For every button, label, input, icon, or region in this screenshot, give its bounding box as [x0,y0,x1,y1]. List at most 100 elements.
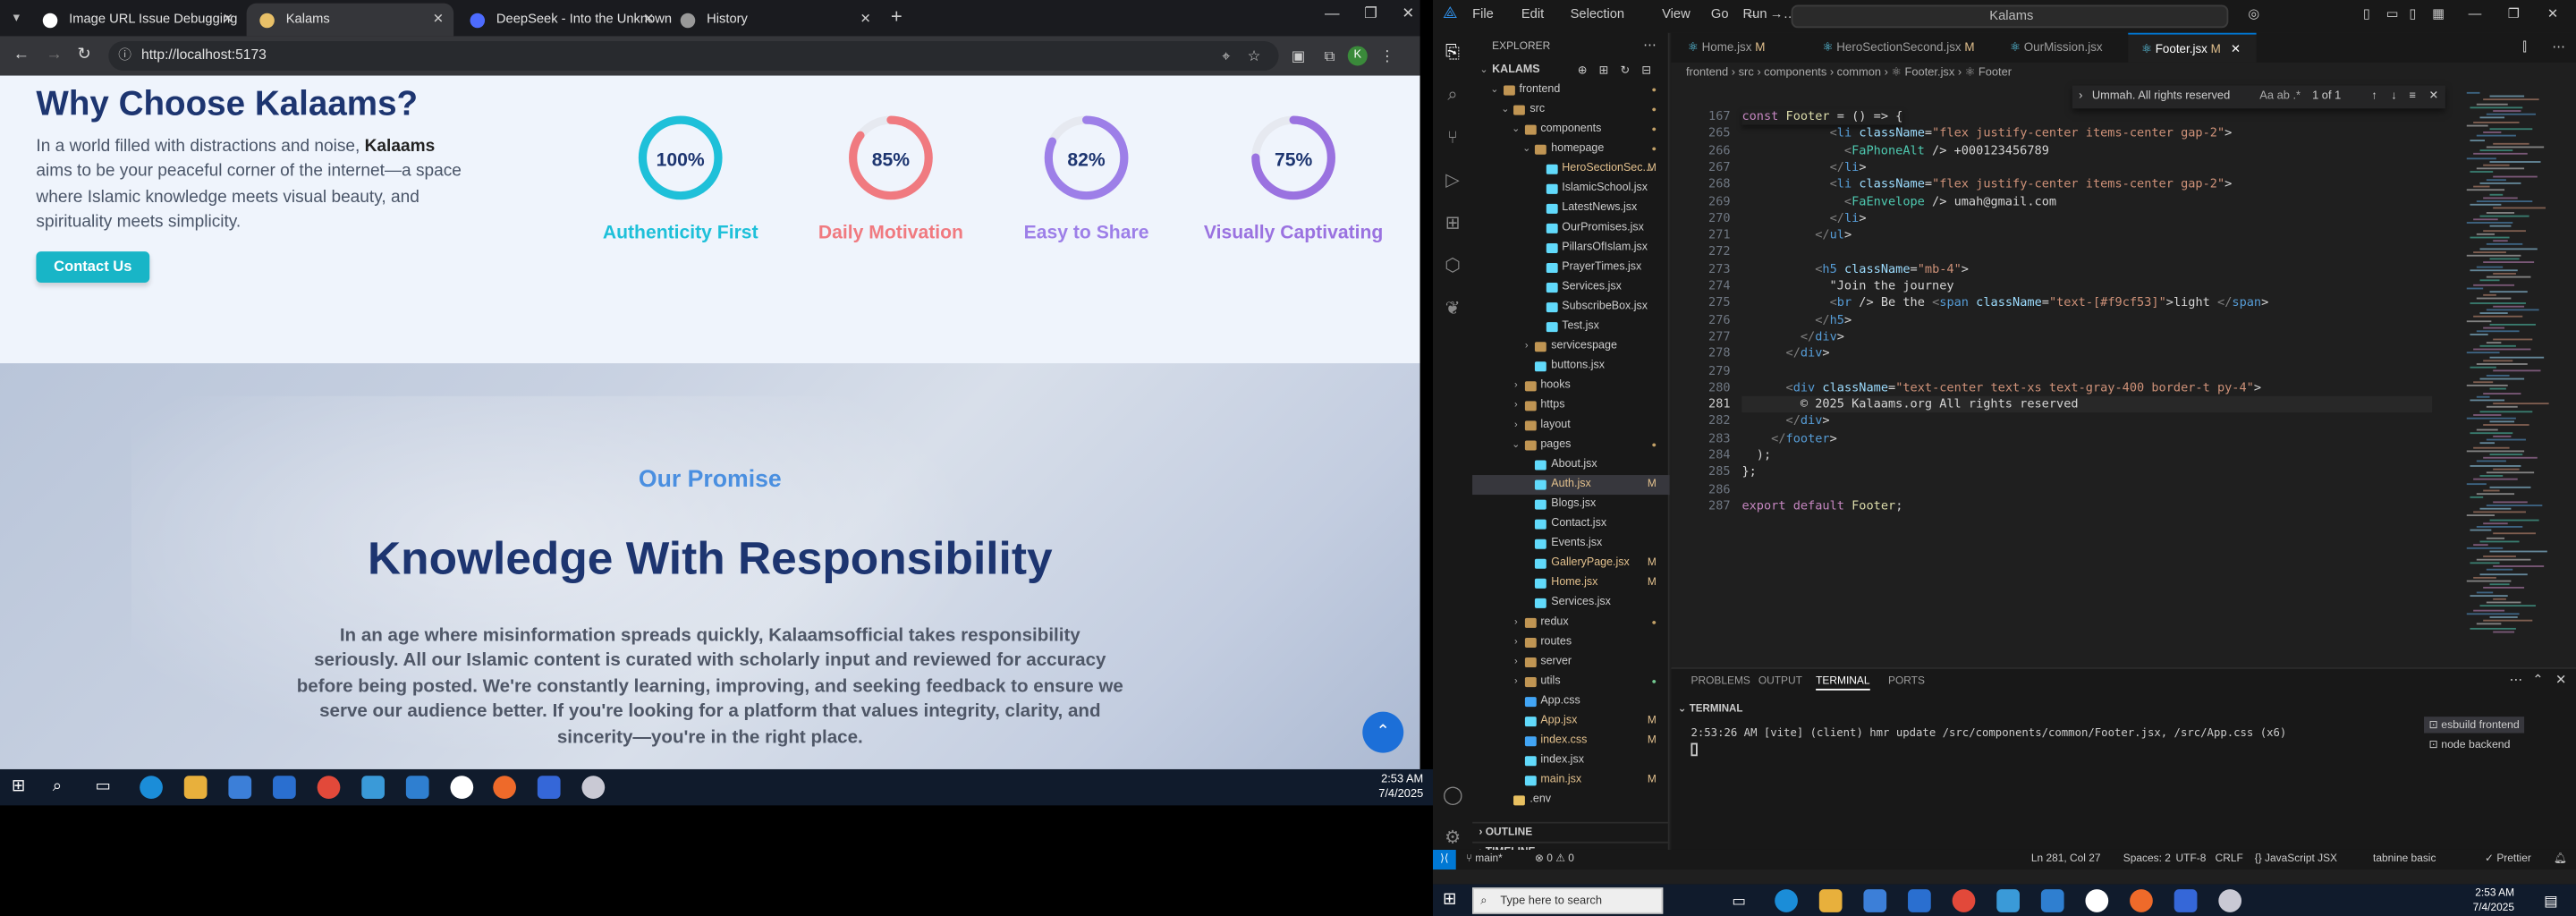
layout-sidebar-icon[interactable]: ▯ [2363,6,2370,21]
close-window-icon[interactable]: ✕ [1402,5,1414,23]
tree-item-ourpromises-jsx[interactable]: OurPromises.jsx [1472,218,1670,238]
close-find-icon[interactable]: ✕ [2429,86,2439,109]
search-icon[interactable]: ⌕ [1443,86,1462,106]
app-icon-3[interactable] [581,776,606,800]
tree-item-app-css[interactable]: App.css [1472,692,1670,712]
menu-view[interactable]: View [1662,6,1690,21]
minimize-icon[interactable]: — [1325,5,1340,21]
explorer-icon[interactable]: ⎘ [1443,43,1462,63]
close-tab-icon[interactable]: ✕ [2231,41,2241,56]
tree-item--env[interactable]: .env [1472,791,1670,810]
terminal-item-node[interactable]: ⊡ node backend [2424,736,2524,752]
close-panel-icon[interactable]: ✕ [2555,673,2566,688]
chrome-icon[interactable] [317,776,341,800]
tree-item-https[interactable]: › https [1472,396,1670,416]
new-tab-icon[interactable]: + [891,5,902,29]
tree-item-index-jsx[interactable]: index.jsx [1472,751,1670,771]
search-icon[interactable]: ⌕ [53,776,76,799]
branch-status[interactable]: ⑂ main* [1466,850,1503,869]
app-icon-2[interactable] [450,776,474,800]
back-icon[interactable]: ← [13,46,30,65]
maximize-panel-icon[interactable]: ⌃ [2532,673,2543,688]
tree-item-herosectionsec-[interactable]: HeroSectionSec... M [1472,159,1670,179]
zoom-icon[interactable] [537,776,561,800]
tab-footer-jsx[interactable]: ⚛ Footer.jsx M ✕ [2128,32,2257,63]
tree-item-components[interactable]: ⌄ components ● [1472,120,1670,140]
mongodb-icon[interactable]: ❦ [1443,299,1462,318]
tree-item-frontend[interactable]: ⌄ frontend ● [1472,81,1670,100]
restore-icon[interactable]: ❐ [2508,6,2520,21]
run-debug-icon[interactable]: ▷ [1443,171,1462,191]
app-icon-3[interactable] [2218,889,2242,912]
menu-edit[interactable]: Edit [1521,6,1544,21]
windows-start-icon[interactable]: ⊞ [12,776,35,799]
scroll-to-top-button[interactable]: ⌃ [1362,711,1404,753]
cursor-position[interactable]: Ln 281, Col 27 [2031,850,2101,869]
extensions-puzzle-icon[interactable]: ⧉ [1320,46,1340,65]
tree-item-islamicschool-jsx[interactable]: IslamicSchool.jsx [1472,179,1670,199]
tree-item-home-jsx[interactable]: Home.jsx M [1472,573,1670,593]
remote-explorer-icon[interactable]: ⬡ [1443,257,1462,276]
layout-panel-icon[interactable]: ▭ [2386,6,2399,21]
layout-secondary-icon[interactable]: ▯ [2409,6,2416,21]
url-input[interactable]: ⓘ http://localhost:5173 [108,40,1279,72]
location-icon[interactable]: ⌖ [1216,46,1236,65]
file-explorer-icon[interactable] [1818,889,1843,912]
more-actions-icon[interactable]: ⋯ [1643,38,1657,53]
file-explorer-icon[interactable] [183,776,208,800]
nav-forward-icon[interactable]: → [1770,6,1784,21]
site-info-icon[interactable]: ⓘ [118,47,133,63]
tree-item-about-jsx[interactable]: About.jsx [1472,455,1670,475]
tab-ports[interactable]: PORTS [1888,675,1925,687]
find-in-selection-icon[interactable]: ≡ [2409,86,2416,109]
tab-terminal[interactable]: TERMINAL [1816,675,1870,691]
close-tab-icon[interactable]: ✕ [433,4,444,37]
taskbar-clock[interactable]: 2:53 AM 7/4/2025 [1374,773,1423,802]
bookmark-star-icon[interactable]: ☆ [1244,46,1264,65]
find-options[interactable]: Aa ab .* [2259,86,2301,109]
task-view-icon[interactable]: ▭ [96,776,119,799]
encoding-status[interactable]: UTF-8 [2176,850,2207,869]
close-tab-icon[interactable]: ✕ [643,4,654,37]
tab-home-jsx[interactable]: ⚛ Home.jsx M [1674,33,1806,63]
notification-center-icon[interactable]: ▤ [2544,889,2567,912]
close-tab-icon[interactable]: ✕ [223,4,233,37]
tree-item-events-jsx[interactable]: Events.jsx [1472,534,1670,554]
close-window-icon[interactable]: ✕ [2547,6,2558,21]
store-icon[interactable] [1863,889,1887,912]
close-tab-icon[interactable]: ✕ [860,4,871,37]
app-icon[interactable] [1996,889,2020,912]
problems-status[interactable]: ⊗ 0 ⚠ 0 [1535,850,1574,869]
more-menu-icon[interactable]: ⋮ [1377,46,1397,65]
taskbar-clock[interactable]: 2:53 AM 7/4/2025 [2465,886,2515,915]
tree-item-auth-jsx[interactable]: Auth.jsx M [1472,475,1670,496]
tree-item-latestnews-jsx[interactable]: LatestNews.jsx [1472,199,1670,218]
terminal-output[interactable]: 2:53:26 AM [vite] (client) hmr update /s… [1690,726,2286,740]
mail-icon[interactable] [273,776,296,800]
tree-item-subscribebox-jsx[interactable]: SubscribeBox.jsx [1472,298,1670,318]
zoom-icon[interactable] [2174,889,2198,912]
tabnine-status[interactable]: tabnine basic [2373,850,2436,869]
tree-item-kalams[interactable]: ⌄ KALAMS [1472,61,1670,81]
tree-item-main-jsx[interactable]: main.jsx M [1472,771,1670,791]
tab-problems[interactable]: PROBLEMS [1690,675,1750,687]
outline-section[interactable]: › OUTLINE [1472,821,1670,842]
reload-icon[interactable]: ↻ [77,46,90,65]
manage-gear-icon[interactable]: ⚙ [1443,828,1462,848]
tab-herosectionsecond-jsx[interactable]: ⚛ HeroSectionSecond.jsx M [1809,33,1994,63]
tree-item-pages[interactable]: ⌄ pages ● [1472,436,1670,455]
tree-item-prayertimes-jsx[interactable]: PrayerTimes.jsx [1472,258,1670,277]
prettier-status[interactable]: ✓ Prettier [2485,850,2531,869]
tree-item-services-jsx[interactable]: Services.jsx [1472,593,1670,613]
tree-item-pillarsofislam-jsx[interactable]: PillarsOfIslam.jsx [1472,238,1670,258]
tree-item-homepage[interactable]: ⌄ homepage ● [1472,140,1670,159]
toggle-replace-icon[interactable]: › [2079,86,2082,109]
tree-item-contact-jsx[interactable]: Contact.jsx [1472,514,1670,534]
profile-avatar-icon[interactable]: K [1347,46,1368,66]
tab-output[interactable]: OUTPUT [1758,675,1802,687]
taskbar-search-input[interactable]: ⌕ Type here to search [1472,887,1664,914]
tree-item-layout[interactable]: › layout [1472,416,1670,436]
nav-back-icon[interactable]: ← [1745,6,1758,21]
task-view-icon[interactable]: ▭ [1732,889,1755,912]
tree-item-routes[interactable]: › routes [1472,632,1670,652]
